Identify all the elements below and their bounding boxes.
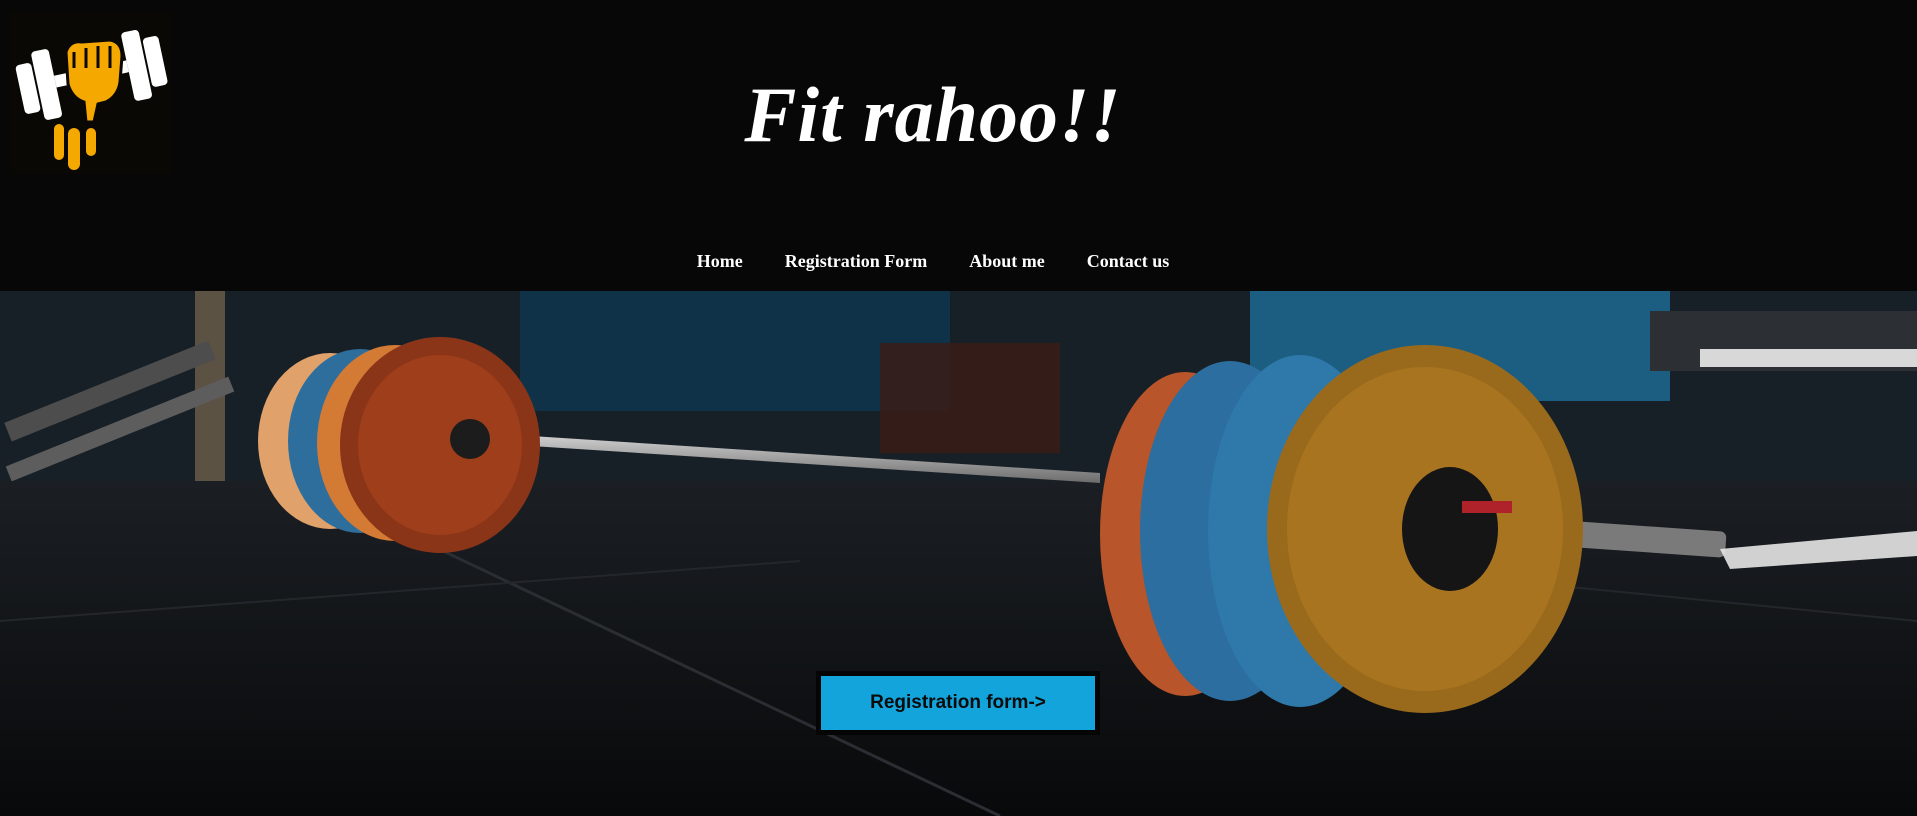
site-title: Fit rahoo!! xyxy=(744,71,1122,158)
site-header: Fit rahoo!! Home Registration Form About… xyxy=(0,0,1917,291)
nav-registration-form[interactable]: Registration Form xyxy=(785,251,927,272)
hero-banner xyxy=(0,291,1917,816)
gym-barbell-photo xyxy=(0,291,1917,816)
main-nav: Home Registration Form About me Contact … xyxy=(0,251,1866,272)
nav-about-me[interactable]: About me xyxy=(969,251,1045,272)
registration-form-button[interactable]: Registration form-> xyxy=(816,671,1100,735)
nav-home[interactable]: Home xyxy=(697,251,743,272)
nav-contact-us[interactable]: Contact us xyxy=(1087,251,1170,272)
